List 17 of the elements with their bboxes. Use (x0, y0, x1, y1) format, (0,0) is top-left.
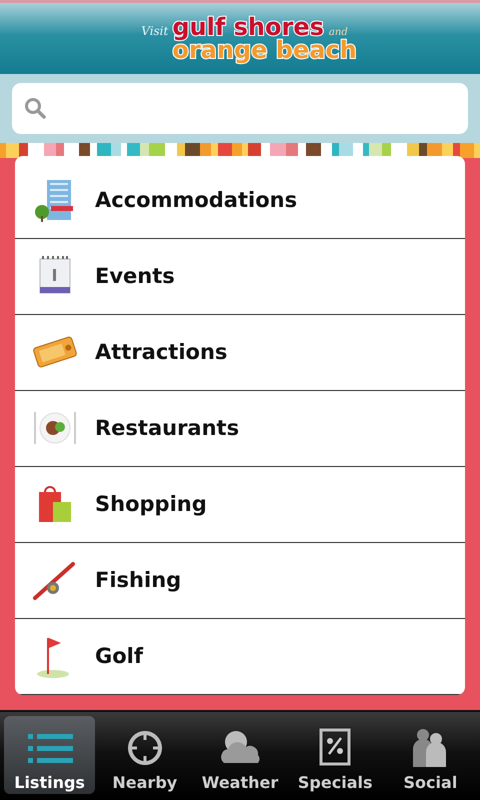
tab[interactable]: Nearby (99, 716, 190, 794)
tab[interactable]: Listings (4, 716, 96, 794)
logo-text: gulf shores (172, 16, 324, 38)
logo-text: Visit (141, 24, 168, 38)
search-field[interactable] (12, 82, 468, 134)
tab[interactable]: Specials (290, 716, 381, 794)
listing-item[interactable]: Golf (15, 618, 465, 695)
listing-item[interactable]: Fishing (15, 542, 465, 619)
listing-item[interactable]: Restaurants (15, 390, 465, 467)
listing-item[interactable]: Shopping (15, 466, 465, 543)
listing-item[interactable]: Events (15, 238, 465, 315)
search-icon (24, 97, 46, 120)
tab[interactable]: Social (384, 716, 476, 794)
logo-text: and (328, 26, 349, 38)
listing-item[interactable]: Attractions (15, 314, 465, 391)
tab[interactable]: Weather (194, 716, 286, 794)
listing-item[interactable]: Accommodations (15, 156, 465, 239)
